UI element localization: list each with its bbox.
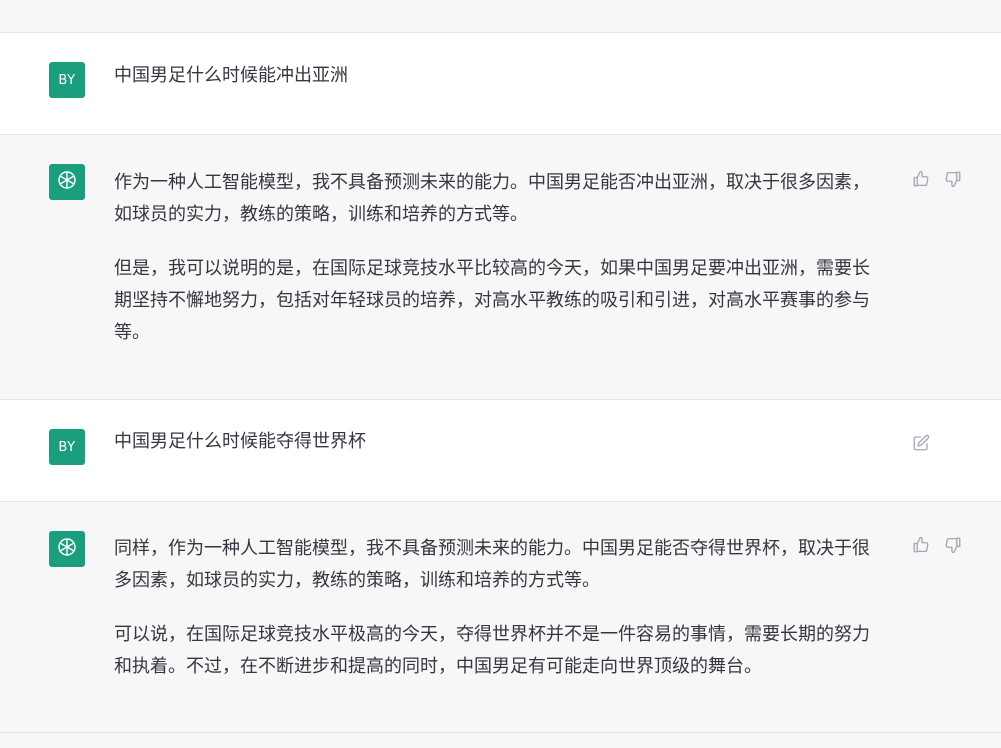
thumbs-up-icon[interactable] xyxy=(912,170,930,188)
assistant-avatar xyxy=(49,531,85,567)
edit-icon[interactable] xyxy=(912,434,930,452)
assistant-message-row: 作为一种人工智能模型，我不具备预测未来的能力。中国男足能否冲出亚洲，取决于很多因… xyxy=(0,135,1001,400)
openai-logo-icon xyxy=(55,535,79,563)
assistant-paragraph: 同样，作为一种人工智能模型，我不具备预测未来的能力。中国男足能否夺得世界杯，取决… xyxy=(114,538,870,591)
user-message-text: 中国男足什么时候能夺得世界杯 xyxy=(114,426,884,458)
user-avatar: BY xyxy=(49,429,85,465)
thumbs-down-icon[interactable] xyxy=(944,170,962,188)
assistant-avatar xyxy=(49,164,85,200)
openai-logo-icon xyxy=(55,168,79,196)
feedback-actions xyxy=(912,536,962,554)
thumbs-up-icon[interactable] xyxy=(912,536,930,554)
assistant-paragraph: 但是，我可以说明的是，在国际足球竞技水平比较高的今天，如果中国男足要冲出亚洲，需… xyxy=(114,258,870,343)
avatar-initials: BY xyxy=(58,72,76,88)
user-avatar: BY xyxy=(49,62,85,98)
assistant-message-text: 同样，作为一种人工智能模型，我不具备预测未来的能力。中国男足能否夺得世界杯，取决… xyxy=(114,533,884,683)
message-text: 中国男足什么时候能夺得世界杯 xyxy=(114,431,366,452)
edit-actions xyxy=(912,434,930,452)
feedback-actions xyxy=(912,170,962,188)
assistant-message-text: 作为一种人工智能模型，我不具备预测未来的能力。中国男足能否冲出亚洲，取决于很多因… xyxy=(114,167,884,349)
assistant-message-row: 同样，作为一种人工智能模型，我不具备预测未来的能力。中国男足能否夺得世界杯，取决… xyxy=(0,502,1001,733)
message-text: 中国男足什么时候能冲出亚洲 xyxy=(114,65,348,86)
user-message-text: 中国男足什么时候能冲出亚洲 xyxy=(114,60,884,92)
assistant-paragraph: 作为一种人工智能模型，我不具备预测未来的能力。中国男足能否冲出亚洲，取决于很多因… xyxy=(114,172,870,225)
top-strip xyxy=(0,0,1001,33)
user-message-row: BY 中国男足什么时候能夺得世界杯 xyxy=(0,400,1001,502)
avatar-initials: BY xyxy=(58,439,76,455)
user-message-row: BY 中国男足什么时候能冲出亚洲 xyxy=(0,33,1001,135)
thumbs-down-icon[interactable] xyxy=(944,536,962,554)
assistant-paragraph: 可以说，在国际足球竞技水平极高的今天，夺得世界杯并不是一件容易的事情，需要长期的… xyxy=(114,624,870,677)
